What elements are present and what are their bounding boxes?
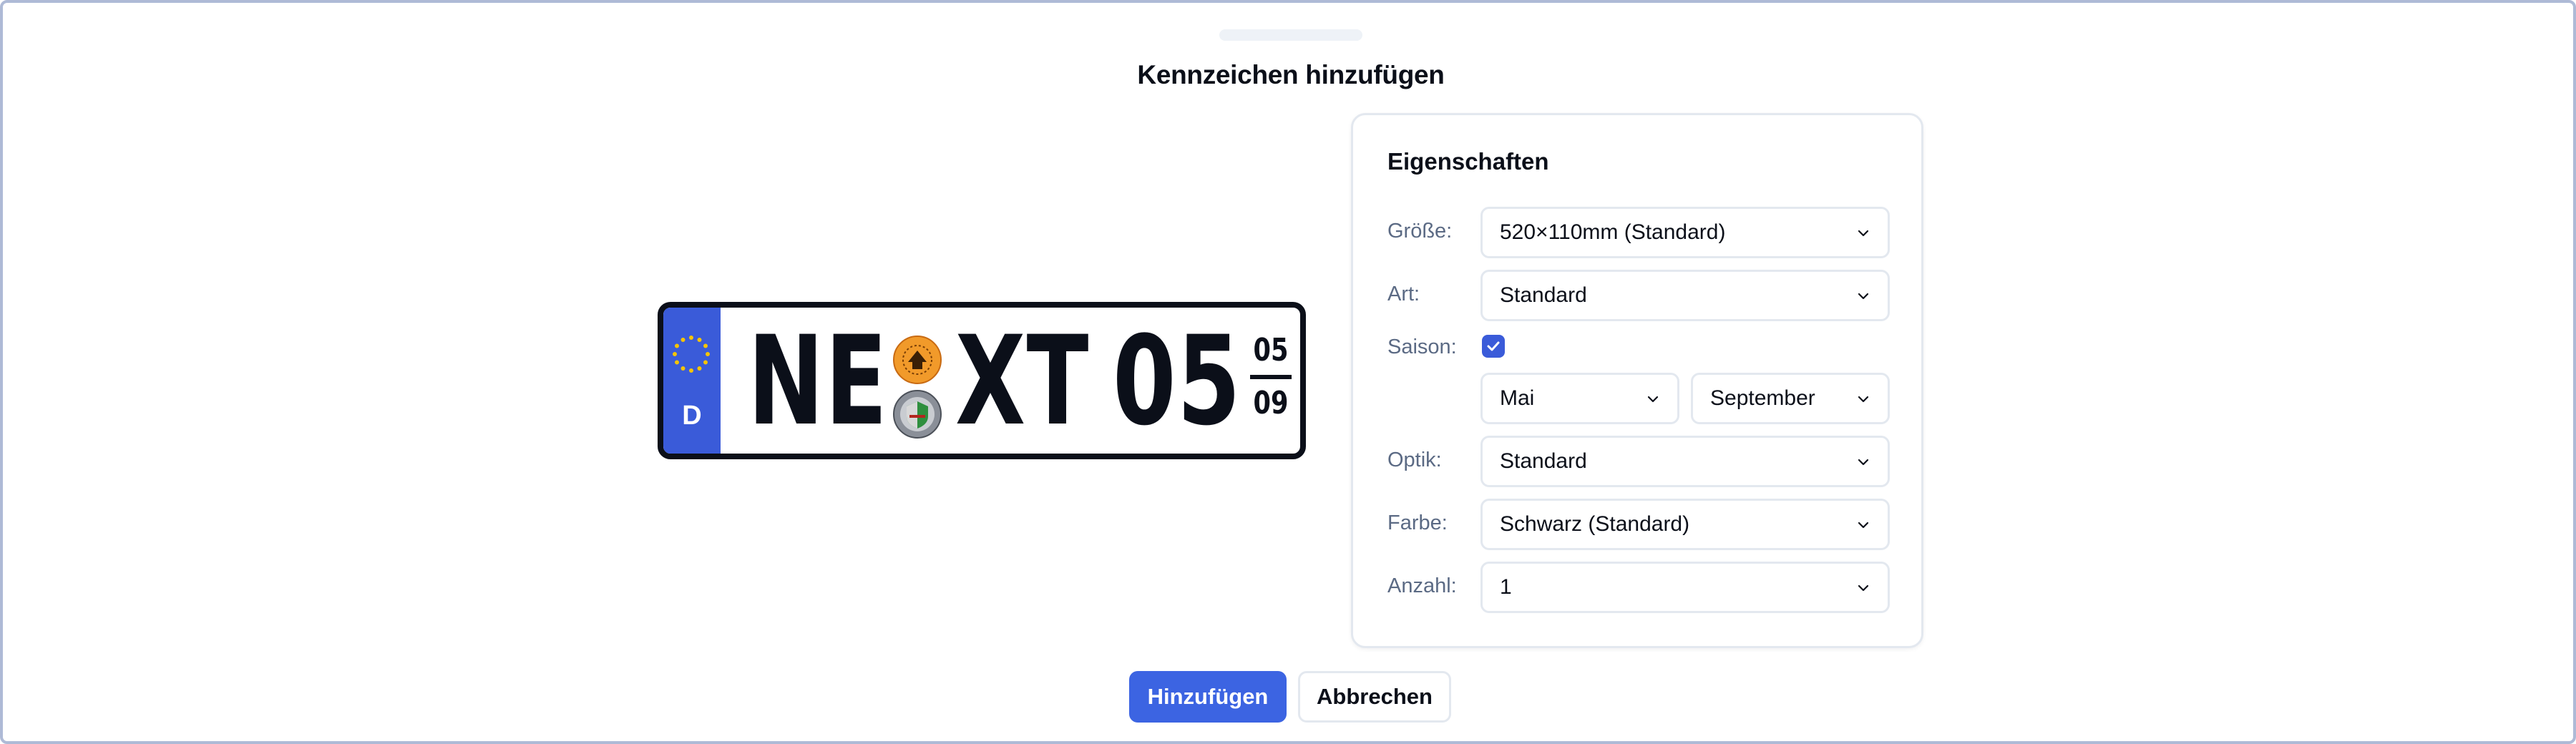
- eu-stars-icon: [673, 336, 710, 373]
- season-end-month: 09: [1253, 385, 1289, 421]
- drag-handle[interactable]: [1219, 29, 1362, 41]
- chevron-down-icon: [1858, 459, 1869, 466]
- chevron-down-icon: [1858, 522, 1869, 529]
- season-from-value: Mai: [1500, 386, 1535, 410]
- chevron-down-icon: [1858, 396, 1869, 403]
- license-plate-preview: D NE XT 05 05 09: [658, 302, 1306, 459]
- quantity-select[interactable]: 1: [1480, 562, 1890, 613]
- inspection-seal-icon: [893, 336, 942, 384]
- panel-title: Eigenschaften: [1387, 148, 1549, 175]
- color-value: Schwarz (Standard): [1500, 512, 1690, 536]
- optics-value: Standard: [1500, 449, 1587, 473]
- chevron-down-icon: [1858, 230, 1869, 237]
- plate-letters: XT: [955, 309, 1090, 453]
- season-from-select[interactable]: Mai: [1480, 373, 1679, 424]
- season-to-select[interactable]: September: [1691, 373, 1890, 424]
- country-code: D: [682, 401, 702, 431]
- season-divider: [1250, 375, 1292, 379]
- color-select[interactable]: Schwarz (Standard): [1480, 499, 1890, 550]
- optics-select[interactable]: Standard: [1480, 436, 1890, 487]
- cancel-button[interactable]: Abbrechen: [1298, 671, 1451, 723]
- add-button[interactable]: Hinzufügen: [1129, 671, 1287, 723]
- size-select[interactable]: 520×110mm (Standard): [1480, 207, 1890, 258]
- dialog-title: Kennzeichen hinzufügen: [1137, 60, 1445, 89]
- state-seal-icon: [893, 390, 942, 439]
- quantity-label: Anzahl:: [1387, 574, 1457, 597]
- season-label: Saison:: [1387, 336, 1457, 358]
- season-to-value: September: [1710, 386, 1815, 410]
- color-label: Farbe:: [1387, 512, 1448, 534]
- season-checkbox[interactable]: [1482, 335, 1505, 358]
- chevron-down-icon: [1858, 584, 1869, 592]
- season-indicator: 05 09: [1249, 329, 1293, 435]
- dialog-window: Kennzeichen hinzufügen D NE XT 05 05 09 …: [0, 0, 2576, 744]
- plate-city-code: NE: [748, 309, 889, 453]
- chevron-down-icon: [1647, 396, 1659, 403]
- type-value: Standard: [1500, 283, 1587, 307]
- eu-band: D: [663, 308, 721, 454]
- chevron-down-icon: [1858, 293, 1869, 300]
- properties-panel: Eigenschaften Größe: 520×110mm (Standard…: [1351, 113, 1923, 648]
- size-value: 520×110mm (Standard): [1500, 220, 1726, 244]
- check-icon: [1487, 341, 1500, 351]
- optics-label: Optik:: [1387, 449, 1442, 471]
- season-start-month: 05: [1253, 332, 1289, 368]
- plate-digits: 05: [1113, 309, 1242, 453]
- size-label: Größe:: [1387, 220, 1453, 243]
- quantity-value: 1: [1500, 575, 1512, 599]
- type-label: Art:: [1387, 283, 1420, 305]
- type-select[interactable]: Standard: [1480, 270, 1890, 321]
